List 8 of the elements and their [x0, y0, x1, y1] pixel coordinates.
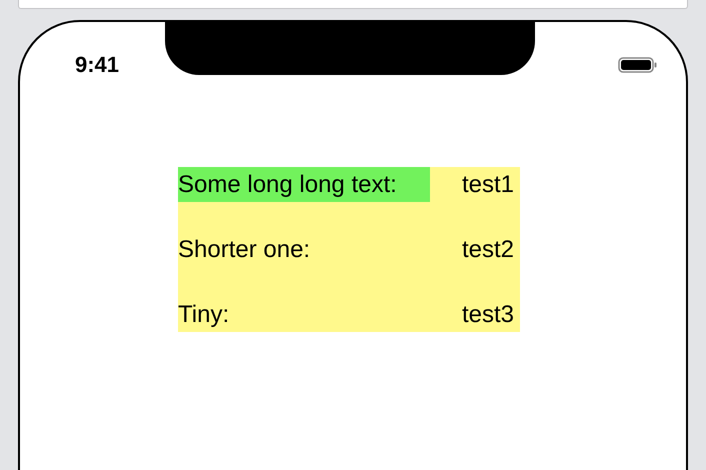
row-value: test1: [462, 170, 514, 200]
battery-icon: [618, 56, 658, 72]
row-label: Shorter one:: [178, 234, 312, 264]
row-label: Some long long text:: [178, 167, 430, 202]
row-value: test3: [462, 300, 514, 330]
row-label: Tiny:: [178, 300, 230, 330]
row-value: test2: [462, 234, 514, 264]
status-time: 9:41: [75, 51, 120, 79]
